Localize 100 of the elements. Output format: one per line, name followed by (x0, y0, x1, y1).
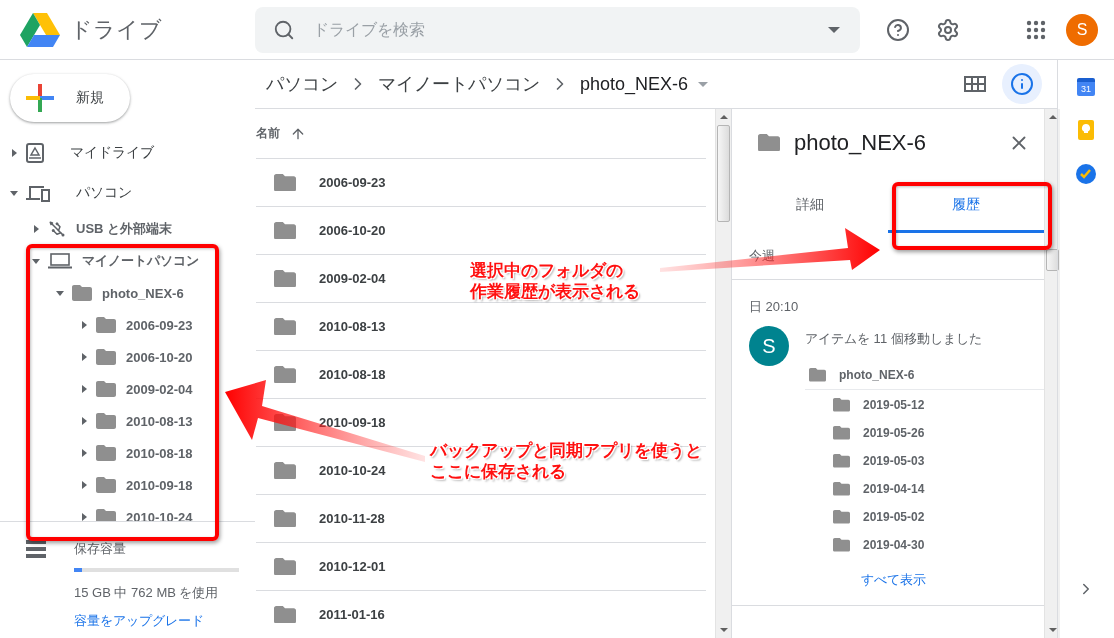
folder-icon (96, 413, 116, 429)
folder-icon (833, 538, 850, 552)
dropdown-caret-icon[interactable] (698, 81, 709, 87)
callout-text: バックアップと同期アプリを使うと (430, 440, 702, 461)
folder-icon (96, 349, 116, 365)
tree-item[interactable]: マイノートパソコン (82, 252, 199, 270)
settings-icon (936, 17, 960, 42)
scrollbar[interactable] (1044, 109, 1060, 638)
tree-item[interactable]: 2006-09-23 (126, 317, 193, 333)
plus-icon (26, 84, 54, 112)
scroll-down-icon[interactable] (719, 628, 728, 632)
storage-usage: 15 GB 中 762 MB を使用 (74, 584, 220, 602)
file-name[interactable]: 2009-02-04 (319, 271, 386, 286)
folder-name[interactable]: 2019-05-03 (863, 454, 925, 468)
new-button[interactable]: 新規 (10, 74, 130, 122)
dropdown-caret-icon[interactable] (828, 26, 840, 33)
folder-icon (274, 605, 296, 624)
tree-item[interactable]: 2010-08-18 (126, 445, 193, 461)
file-name[interactable]: 2010-08-18 (319, 367, 386, 382)
folder-icon (274, 173, 296, 192)
expand-arrow-icon[interactable] (82, 481, 87, 489)
laptop-icon (48, 253, 72, 269)
tree-item[interactable]: 2010-08-13 (126, 413, 193, 429)
app-title: ドライブ (70, 15, 162, 44)
folder-icon (96, 381, 116, 397)
tree-item[interactable]: マイドライブ (70, 144, 154, 162)
tasks-icon[interactable] (1076, 164, 1096, 184)
file-name[interactable]: 2010-09-18 (319, 415, 386, 430)
help-icon (886, 17, 910, 42)
breadcrumb-item[interactable]: パソコン (264, 70, 340, 98)
grid-icon (964, 76, 986, 92)
info-icon (1010, 72, 1034, 96)
scroll-down-icon[interactable] (1048, 628, 1057, 632)
storage-title: 保存容量 (74, 540, 127, 558)
scrollbar-thumb[interactable] (717, 125, 730, 222)
file-name[interactable]: 2010-12-01 (319, 559, 386, 574)
scroll-up-icon[interactable] (719, 115, 728, 119)
details-tab[interactable]: 詳細 (732, 176, 888, 233)
usb-icon (48, 220, 66, 238)
upgrade-link[interactable]: 容量をアップグレード (74, 612, 204, 630)
folder-icon (833, 482, 850, 496)
tree-item[interactable]: 2009-02-04 (126, 381, 193, 397)
file-name[interactable]: 2006-10-20 (319, 223, 386, 238)
expand-arrow-icon[interactable] (82, 321, 87, 329)
tree-item[interactable]: photo_NEX-6 (102, 285, 184, 301)
activity-text: アイテムを 11 個移動しました (805, 330, 983, 348)
folder-name[interactable]: 2019-05-12 (863, 398, 925, 412)
tree-item[interactable]: USB と外部端末 (76, 220, 173, 238)
show-all-link[interactable]: すべて表示 (861, 571, 926, 589)
folder-name[interactable]: 2019-04-14 (863, 482, 925, 496)
expand-arrow-icon[interactable] (82, 417, 87, 425)
apps-grid-icon (1026, 19, 1046, 40)
folder-name[interactable]: photo_NEX-6 (839, 368, 915, 382)
expand-arrow-icon[interactable] (34, 225, 39, 233)
expand-arrow-icon[interactable] (56, 290, 64, 296)
folder-name[interactable]: 2019-04-30 (863, 538, 925, 552)
file-name[interactable]: 2010-10-24 (319, 463, 386, 478)
expand-arrow-icon[interactable] (82, 385, 87, 393)
folder-icon (72, 285, 92, 301)
file-name[interactable]: 2011-01-16 (319, 607, 385, 622)
expand-arrow-icon[interactable] (82, 513, 87, 521)
folder-icon (274, 221, 296, 240)
expand-arrow-icon[interactable] (12, 149, 17, 157)
storage-icon (26, 540, 46, 558)
folder-icon (274, 509, 296, 528)
expand-arrow-icon[interactable] (82, 353, 87, 361)
folder-icon (274, 461, 296, 480)
scrollbar[interactable] (715, 109, 731, 638)
folder-name[interactable]: 2019-05-26 (863, 426, 925, 440)
breadcrumb-item[interactable]: マイノートパソコン (376, 70, 542, 98)
folder-icon (96, 477, 116, 493)
file-name[interactable]: 2006-09-23 (319, 175, 386, 190)
folder-icon (274, 269, 296, 288)
folder-icon (274, 317, 296, 336)
name-column-header[interactable]: 名前 (256, 125, 306, 142)
tree-item[interactable]: 2006-10-20 (126, 349, 193, 365)
search-field[interactable]: ドライブを検索 (311, 19, 812, 40)
breadcrumb-item[interactable]: photo_NEX-6 (578, 71, 691, 97)
folder-icon (809, 368, 826, 382)
tree-item[interactable]: 2010-09-18 (126, 477, 193, 493)
folder-icon (833, 510, 850, 524)
tree-item[interactable]: パソコン (76, 184, 132, 202)
expand-arrow-icon[interactable] (32, 258, 40, 264)
computers-icon (26, 184, 50, 202)
expand-arrow-icon[interactable] (10, 190, 18, 196)
info-button[interactable] (1002, 64, 1042, 104)
callout-text: 選択中のフォルダの (470, 260, 623, 281)
callout-text: ここに保存される (430, 461, 566, 482)
file-name[interactable]: 2010-11-28 (319, 511, 385, 526)
file-name[interactable]: 2010-08-13 (319, 319, 386, 334)
scrollbar-thumb[interactable] (1046, 249, 1059, 271)
calendar-icon[interactable]: 31 (1077, 78, 1095, 96)
drive-logo-icon (20, 12, 60, 47)
scroll-up-icon[interactable] (1048, 115, 1057, 119)
search-bar[interactable]: ドライブを検索 (255, 6, 860, 53)
folder-icon (833, 398, 850, 412)
activity-time: 日 20:10 (749, 298, 800, 316)
tree-item[interactable]: 2010-10-24 (126, 509, 193, 521)
folder-name[interactable]: 2019-05-02 (863, 510, 925, 524)
expand-arrow-icon[interactable] (82, 449, 87, 457)
